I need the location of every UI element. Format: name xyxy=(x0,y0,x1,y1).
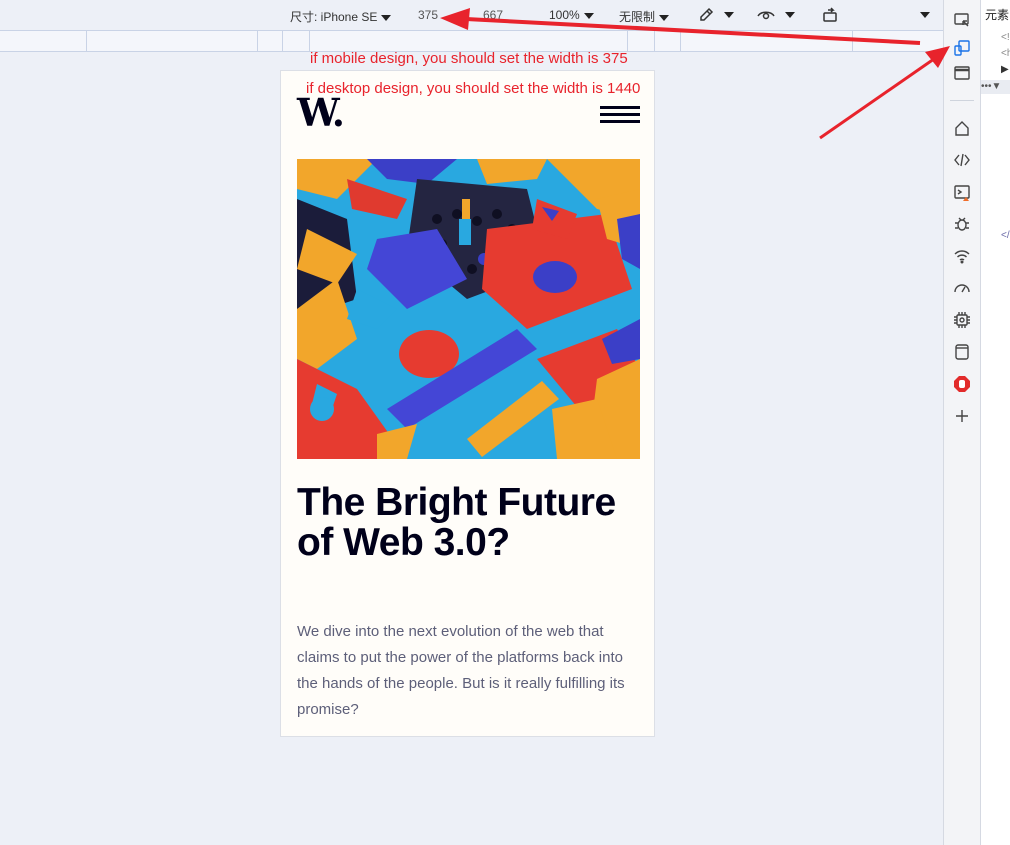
media-query-ruler xyxy=(0,30,944,52)
times-sign: × xyxy=(463,8,471,22)
desktop-note: if desktop design, you should set the wi… xyxy=(306,80,641,97)
chevron-down-icon xyxy=(659,14,670,21)
throttle-dropdown[interactable]: 无限制 xyxy=(619,8,670,25)
more-icon[interactable]: •••▼ xyxy=(981,80,1010,94)
eyedropper-icon[interactable] xyxy=(697,6,715,24)
article-headline: The Bright Future of Web 3.0? xyxy=(297,481,616,564)
eye-icon[interactable] xyxy=(757,6,775,24)
site-logo[interactable]: W. xyxy=(297,93,345,133)
hamburger-menu-icon[interactable] xyxy=(600,106,640,124)
console-icon[interactable] xyxy=(952,182,972,202)
zoom-dropdown[interactable]: 100% xyxy=(549,8,594,22)
article-description: We dive into the next evolution of the w… xyxy=(297,623,625,718)
elements-tab[interactable]: 元素 xyxy=(985,6,1009,23)
chevron-down-icon[interactable] xyxy=(785,12,795,18)
network-icon[interactable] xyxy=(952,246,972,266)
more-options-icon[interactable] xyxy=(920,12,930,18)
dimensions-dropdown[interactable]: 尺寸: iPhone SE xyxy=(290,8,392,25)
mobile-note: if mobile design, you should set the wid… xyxy=(310,50,628,67)
rotate-icon[interactable] xyxy=(822,6,840,24)
chevron-down-icon[interactable] xyxy=(724,12,734,18)
inspect-icon[interactable] xyxy=(952,10,972,30)
throttle-label: 无限制 xyxy=(619,10,656,24)
chevron-down-icon xyxy=(583,12,594,19)
device-emulation-icon[interactable] xyxy=(952,38,972,58)
plus-icon[interactable] xyxy=(952,406,972,426)
zoom-label: 100% xyxy=(549,8,580,22)
performance-icon[interactable] xyxy=(952,278,972,298)
elements-panel: 元素 <! <h ▶ •••▼ </ xyxy=(980,0,1010,845)
application-icon[interactable] xyxy=(952,342,972,362)
height-input[interactable]: 667 xyxy=(483,8,503,22)
mobile-viewport: W. The Bright Future of Web 3.0? We dive… xyxy=(280,70,655,737)
chevron-down-icon xyxy=(381,14,392,21)
memory-icon[interactable] xyxy=(952,310,972,330)
width-input[interactable]: 375 xyxy=(418,8,438,22)
device-toolbar: 尺寸: iPhone SE 375 × 667 100% 无限制 xyxy=(0,0,944,30)
bug-icon[interactable] xyxy=(952,214,972,234)
elements-icon[interactable] xyxy=(952,150,972,170)
dimensions-label: 尺寸: iPhone SE xyxy=(290,10,378,24)
hero-image xyxy=(297,159,640,459)
stop-hand-icon[interactable] xyxy=(952,374,972,394)
home-icon[interactable] xyxy=(952,118,972,138)
devtools-sidebar xyxy=(944,0,980,845)
window-icon[interactable] xyxy=(952,63,972,83)
